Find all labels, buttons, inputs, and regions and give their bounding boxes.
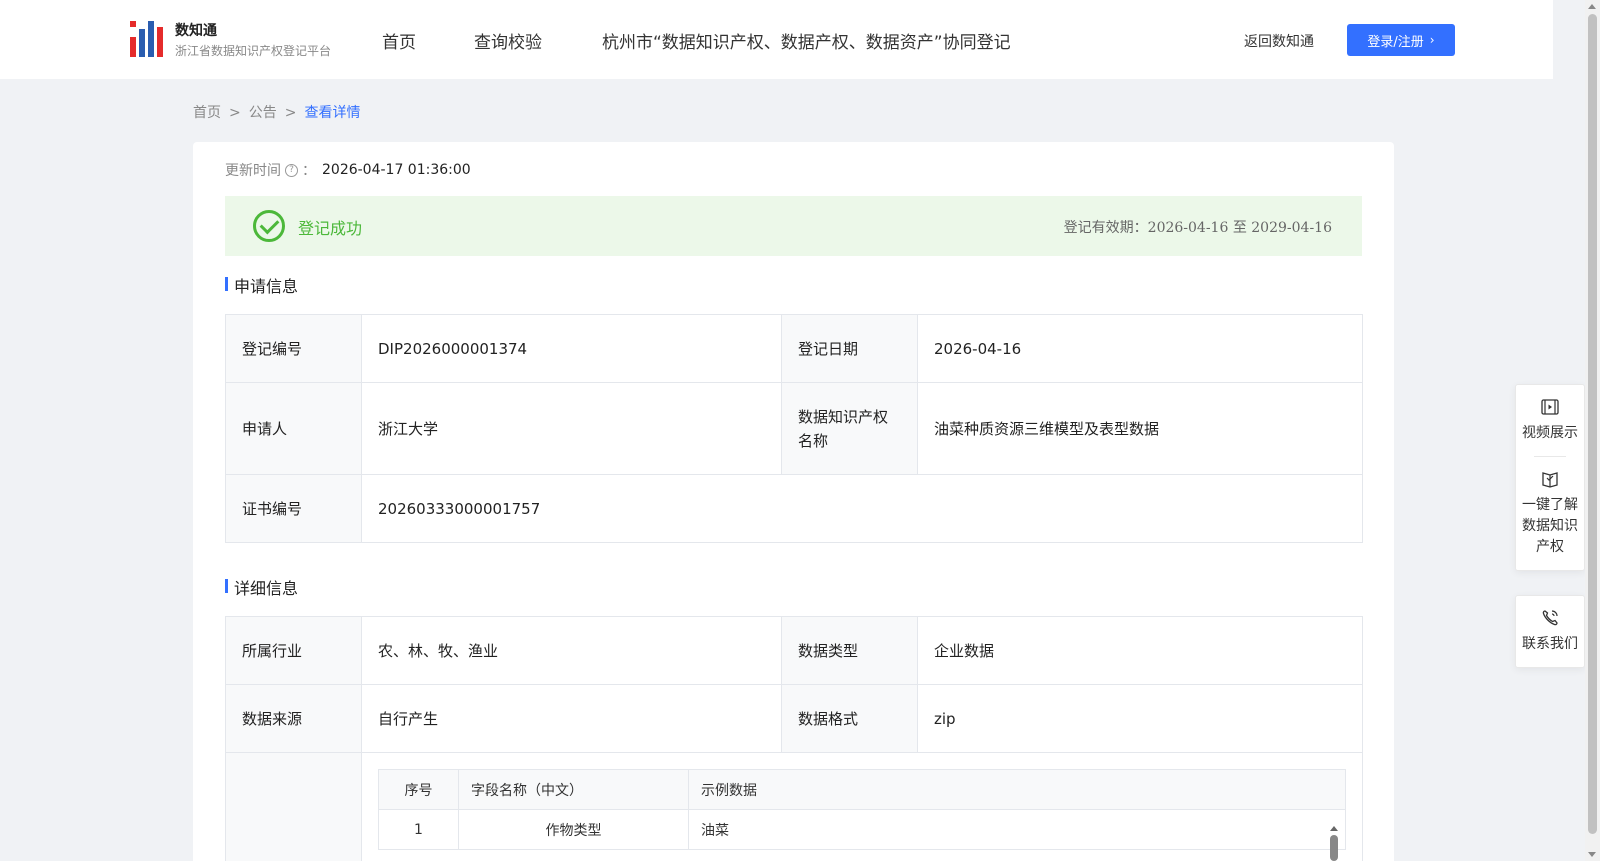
ip-name-value: 油菜种质资源三维模型及表型数据 [917,382,1363,475]
scroll-thumb[interactable] [1330,835,1338,861]
platform-logo[interactable] [130,21,165,57]
login-register-button[interactable]: 登录/注册 › [1347,24,1455,56]
details-info-table: 所属行业 农、林、牧、渔业 数据类型 企业数据 数据来源 自行产生 数据格式 z… [225,616,1363,861]
breadcrumb-home[interactable]: 首页 [193,105,221,121]
status-text: 登记成功 [298,219,363,238]
fields-label-cell [225,752,362,861]
format-value: zip [917,684,1363,753]
breadcrumb-separator: > [284,105,297,121]
chevron-right-icon: › [1429,33,1435,47]
field-name: 作物类型 [458,809,689,850]
source-label: 数据来源 [225,684,362,753]
breadcrumb-announcement[interactable]: 公告 [249,105,277,121]
update-time-colon: ： [302,163,316,179]
reg-no-label: 登记编号 [225,314,362,383]
field-no: 1 [378,809,459,850]
industry-value: 农、林、牧、渔业 [361,616,782,685]
applicant-label: 申请人 [225,382,362,475]
reg-date-value: 2026-04-16 [917,314,1363,383]
applicant-value: 浙江大学 [361,382,782,475]
float-panel-bottom: 联系我们 [1515,595,1585,668]
update-time-row: 更新时间 ? ： 2026-04-17 01:36:00 [225,160,471,180]
float-panel-top: 视频展示 一键了解数据知识产权 [1515,384,1585,571]
video-showcase-button[interactable]: 视频展示 [1516,385,1584,456]
top-header: 数知通 浙江省数据知识产权登记平台 首页 查询校验 杭州市“数据知识产权、数据产… [0,0,1553,79]
learn-ip-label: 一键了解数据知识产权 [1522,497,1578,555]
page-scroll-thumb[interactable] [1588,14,1597,834]
check-circle-icon [253,210,285,242]
learn-ip-button[interactable]: 一键了解数据知识产权 [1516,457,1584,570]
field-sample: 油菜 [688,809,1346,850]
detail-card: 更新时间 ? ： 2026-04-17 01:36:00 登记成功 登记有效期：… [193,142,1394,861]
fields-table-scrollbar[interactable] [1327,826,1341,861]
nav-hangzhou-registration[interactable]: 杭州市“数据知识产权、数据产权、数据资产”协同登记 [602,28,1011,53]
cert-no-label: 证书编号 [225,474,362,543]
application-info-table: 登记编号 DIP2026000001374 登记日期 2026-04-16 申请… [225,314,1363,543]
video-icon [1541,399,1559,415]
brand-name: 数知通 [175,23,217,39]
book-icon [1542,472,1558,488]
brand-subtitle: 浙江省数据知识产权登记平台 [175,44,332,58]
industry-label: 所属行业 [225,616,362,685]
ip-name-label: 数据知识产权名称 [781,382,918,475]
back-to-shuzhitong-link[interactable]: 返回数知通 [1244,31,1314,51]
scroll-up-arrow-icon[interactable] [1588,4,1596,9]
validity-period: 登记有效期：2026-04-16 至 2029-04-16 [1063,220,1332,236]
data-type-value: 企业数据 [917,616,1363,685]
fields-table-cell: 序号 字段名称（中文） 示例数据 1 作物类型 油菜 [361,752,1363,861]
fields-header-no: 序号 [378,769,459,810]
reg-date-label: 登记日期 [781,314,918,383]
nav-query-verify[interactable]: 查询校验 [474,28,542,53]
section-title-details: 详细信息 [225,575,298,599]
contact-us-button[interactable]: 联系我们 [1516,596,1584,667]
update-time-value: 2026-04-17 01:36:00 [322,162,471,178]
contact-us-label: 联系我们 [1522,636,1578,652]
video-showcase-label: 视频展示 [1522,425,1578,441]
table-row: 1 作物类型 油菜 [378,809,1346,850]
section-title-application: 申请信息 [225,273,298,297]
fields-header-sample: 示例数据 [688,769,1346,810]
reg-no-value: DIP2026000001374 [361,314,782,383]
phone-icon [1542,610,1558,626]
source-value: 自行产生 [361,684,782,753]
update-time-label: 更新时间 [225,163,281,179]
scroll-up-arrow-icon[interactable] [1330,826,1338,831]
format-label: 数据格式 [781,684,918,753]
data-type-label: 数据类型 [781,616,918,685]
scroll-down-arrow-icon[interactable] [1588,852,1596,857]
login-register-label: 登录/注册 [1367,34,1424,50]
fields-table: 序号 字段名称（中文） 示例数据 1 作物类型 油菜 [378,769,1346,850]
breadcrumb-separator: > [229,105,241,121]
status-banner: 登记成功 登记有效期：2026-04-16 至 2029-04-16 [225,196,1362,256]
nav-home[interactable]: 首页 [382,28,416,53]
cert-no-value: 20260333000001757 [361,474,1363,543]
breadcrumb-current: 查看详情 [304,105,361,121]
question-icon[interactable]: ? [285,163,298,177]
fields-header-name: 字段名称（中文） [458,769,689,810]
breadcrumb: 首页 > 公告 > 查看详情 [193,102,360,122]
page-scrollbar[interactable] [1585,0,1600,861]
